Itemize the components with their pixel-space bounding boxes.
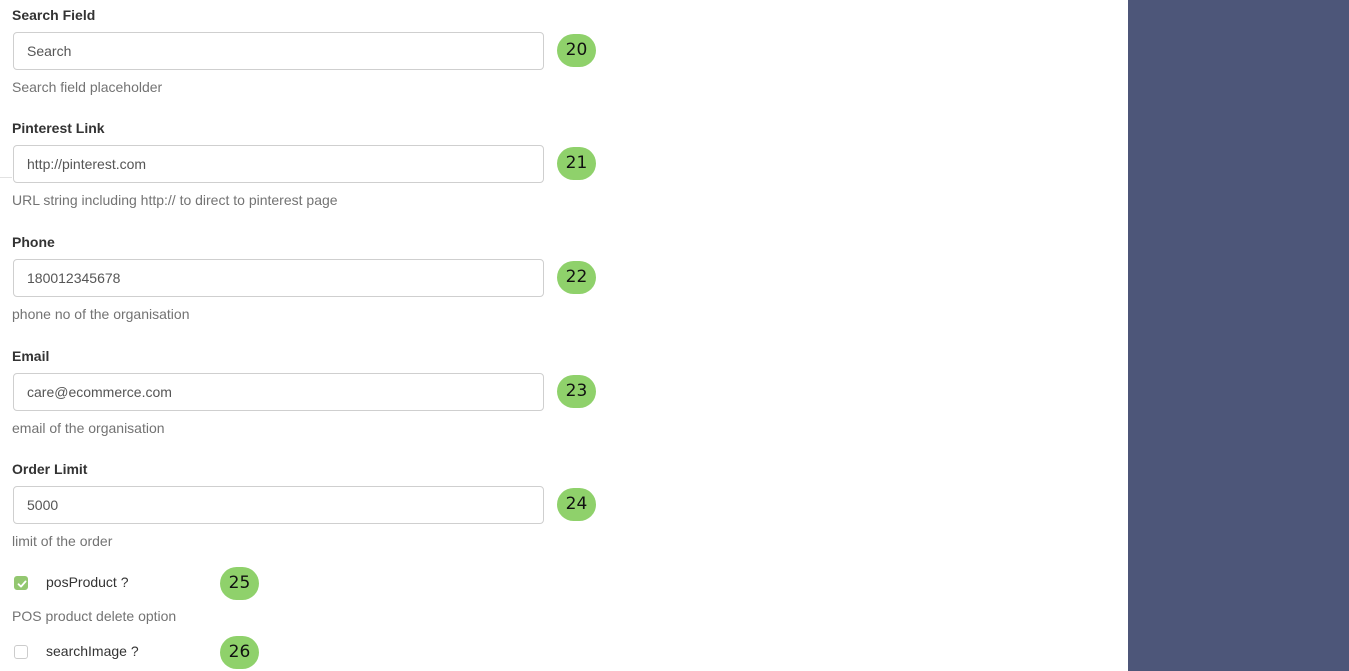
search-field-input[interactable]: [13, 32, 544, 70]
field-label: Email: [12, 348, 50, 364]
right-sidebar: [1128, 0, 1349, 671]
step-badge: 20: [557, 34, 596, 67]
field-help-text: email of the organisation: [12, 420, 165, 436]
field-label: Phone: [12, 234, 55, 250]
pos-product-help-text: POS product delete option: [12, 608, 177, 624]
field-help-text: phone no of the organisation: [12, 306, 190, 322]
search-image-checkbox-row[interactable]: searchImage ? 26: [14, 636, 314, 669]
pos-product-label[interactable]: posProduct ?: [46, 574, 129, 590]
check-icon: [17, 580, 27, 588]
step-badge: 21: [557, 147, 596, 180]
field-help-text: Search field placeholder: [12, 79, 163, 95]
field-help-text: limit of the order: [12, 533, 113, 549]
search-image-checkbox[interactable]: [14, 645, 28, 659]
phone-input[interactable]: [13, 259, 544, 297]
field-help-text: URL string including http:// to direct t…: [12, 192, 338, 208]
settings-panel: Search Field 20 Search field placeholder…: [0, 0, 1128, 671]
order-limit-group: Order Limit 24 limit of the order: [12, 461, 612, 550]
divider: [0, 177, 12, 178]
email-input[interactable]: [13, 373, 544, 411]
email-group: Email 23 email of the organisation: [12, 348, 612, 437]
field-label: Pinterest Link: [12, 120, 105, 136]
phone-group: Phone 22 phone no of the organisation: [12, 234, 612, 323]
field-label: Order Limit: [12, 461, 88, 477]
field-label: Search Field: [12, 7, 96, 23]
pinterest-link-group: Pinterest Link 21 URL string including h…: [12, 120, 612, 209]
step-badge: 23: [557, 375, 596, 408]
pos-product-checkbox-row[interactable]: posProduct ? 25: [14, 567, 314, 600]
order-limit-input[interactable]: [13, 486, 544, 524]
pos-product-checkbox[interactable]: [14, 576, 28, 590]
search-field-group: Search Field 20 Search field placeholder: [12, 7, 612, 96]
step-badge: 26: [220, 636, 259, 669]
step-badge: 25: [220, 567, 259, 600]
pinterest-link-input[interactable]: [13, 145, 544, 183]
search-image-label[interactable]: searchImage ?: [46, 643, 139, 659]
step-badge: 24: [557, 488, 596, 521]
step-badge: 22: [557, 261, 596, 294]
